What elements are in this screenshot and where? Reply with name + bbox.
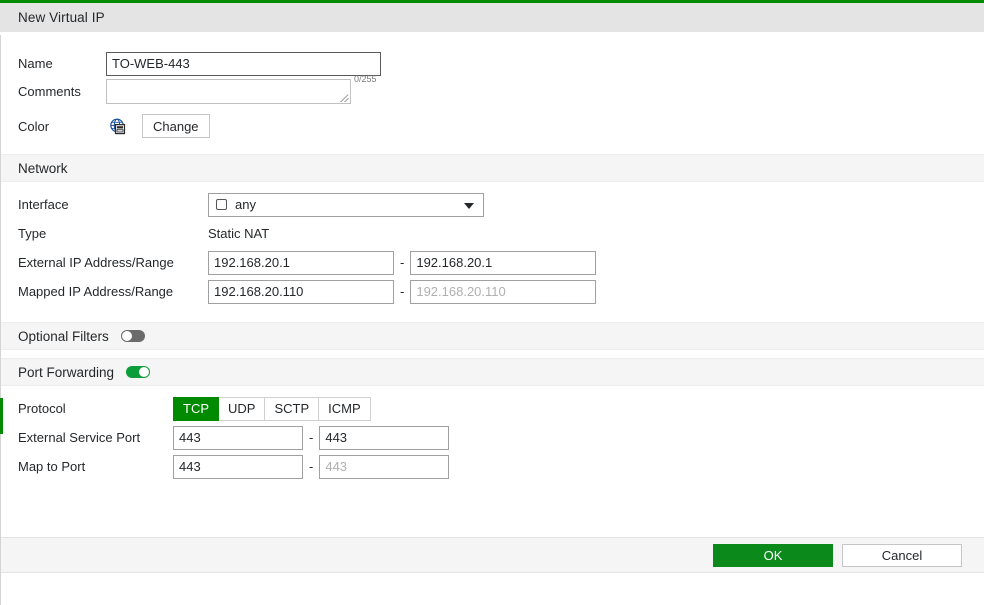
interface-checkbox[interactable] [216, 199, 227, 210]
mapped-ip-range-separator: - [400, 284, 405, 299]
mapped-ip-start-input[interactable] [208, 279, 394, 304]
map-to-port-row: Map to Port - [0, 452, 984, 481]
ok-button[interactable]: OK [713, 543, 833, 567]
interface-select[interactable]: any [208, 192, 484, 217]
optional-filters-toggle-knob [121, 331, 132, 341]
color-row: Color Change [0, 110, 984, 142]
mapped-ip-range: - [208, 279, 597, 304]
protocol-option-tcp[interactable]: TCP [173, 396, 219, 421]
dialog-footer: OK Cancel [1, 537, 984, 573]
external-ip-label: External IP Address/Range [18, 255, 174, 270]
external-service-port-range: - [173, 425, 450, 450]
external-ip-row: External IP Address/Range - [0, 248, 984, 277]
name-label: Name [18, 56, 53, 71]
external-ip-end-input[interactable] [410, 250, 597, 275]
type-label: Type [18, 226, 47, 241]
optional-filters-toggle[interactable] [120, 330, 145, 342]
type-row: Type Static NAT [0, 219, 984, 248]
map-to-port-start-input[interactable] [173, 454, 303, 479]
color-label: Color [18, 118, 50, 134]
external-service-port-start-input[interactable] [173, 425, 303, 450]
map-to-port-range-separator: - [309, 459, 314, 474]
scroll-rail-thumb[interactable] [0, 398, 3, 434]
map-to-port-label: Map to Port [18, 459, 86, 474]
external-service-port-end-input[interactable] [319, 425, 450, 450]
external-ip-range: - [208, 250, 597, 275]
external-service-port-label: External Service Port [18, 430, 141, 445]
external-service-port-row: External Service Port - [0, 423, 984, 452]
map-to-port-end-input[interactable] [319, 454, 450, 479]
resize-grip-icon[interactable] [340, 93, 349, 102]
interface-selected-value: any [235, 197, 256, 212]
comments-input[interactable] [106, 79, 351, 104]
dialog-title: New Virtual IP [18, 10, 105, 25]
scroll-rail [0, 35, 3, 605]
map-to-port-range: - [173, 454, 450, 479]
dialog-titlebar: New Virtual IP [0, 3, 984, 32]
comments-label: Comments [18, 84, 81, 99]
network-section-label: Network [18, 160, 68, 176]
new-virtual-ip-dialog: New Virtual IP Name Comments 0/255 Color [0, 0, 984, 605]
name-row: Name [0, 48, 984, 79]
globe-server-icon [109, 118, 126, 135]
port-forwarding-label: Port Forwarding [18, 364, 115, 380]
protocol-segmented-control: TCP UDP SCTP ICMP [173, 396, 371, 421]
change-color-button[interactable]: Change [142, 114, 210, 138]
optional-filters-label: Optional Filters [18, 328, 109, 344]
type-value: Static NAT [208, 226, 270, 241]
external-ip-start-input[interactable] [208, 250, 394, 275]
port-forwarding-toggle[interactable] [126, 366, 151, 378]
comments-wrap: 0/255 [106, 75, 377, 104]
network-section-header: Network [0, 154, 984, 182]
port-forwarding-section-header: Port Forwarding [0, 358, 984, 386]
mapped-ip-label: Mapped IP Address/Range [18, 284, 174, 299]
protocol-label: Protocol [18, 401, 66, 416]
mapped-ip-end-input[interactable] [410, 279, 597, 304]
comments-char-counter: 0/255 [354, 74, 377, 84]
protocol-row: Protocol TCP UDP SCTP ICMP [0, 394, 984, 423]
interface-row: Interface any [0, 190, 984, 219]
mapped-ip-row: Mapped IP Address/Range - [0, 277, 984, 306]
protocol-option-icmp[interactable]: ICMP [319, 396, 371, 421]
optional-filters-section-header: Optional Filters [0, 322, 984, 350]
protocol-option-udp[interactable]: UDP [219, 396, 266, 421]
cancel-button[interactable]: Cancel [842, 543, 962, 567]
name-input[interactable] [106, 51, 381, 76]
external-service-port-range-separator: - [309, 430, 314, 445]
interface-label: Interface [18, 197, 69, 212]
protocol-option-sctp[interactable]: SCTP [265, 396, 320, 421]
chevron-down-icon[interactable] [464, 202, 474, 209]
comments-row: Comments 0/255 [0, 75, 984, 110]
external-ip-range-separator: - [400, 255, 405, 270]
port-forwarding-toggle-knob [139, 367, 150, 377]
